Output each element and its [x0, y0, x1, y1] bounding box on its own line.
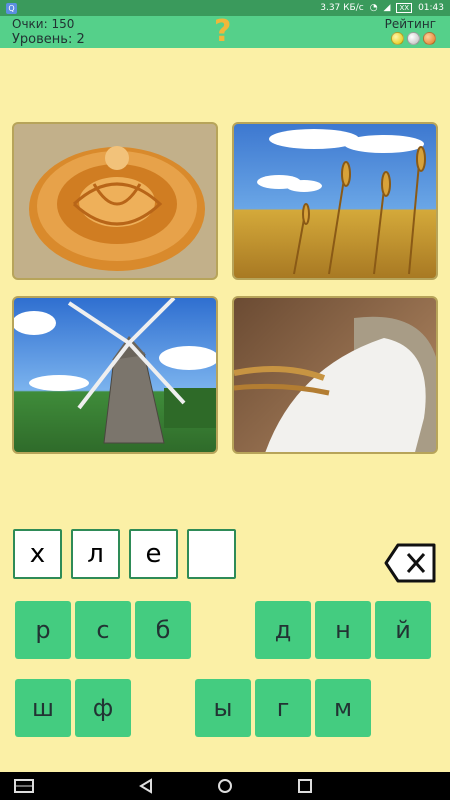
key-y[interactable]: й — [375, 601, 431, 659]
wheat-field-image — [257, 129, 426, 275]
app-notification-icon: Q — [6, 2, 17, 14]
coins — [391, 32, 436, 45]
key-b[interactable]: б — [135, 601, 191, 659]
keyboard-toggle-icon[interactable] — [14, 778, 34, 794]
answer-slot-1[interactable]: х — [13, 529, 62, 579]
picture-windmill[interactable] — [12, 296, 218, 454]
bread-loaf-image — [29, 146, 205, 271]
picture-flour[interactable] — [232, 296, 438, 454]
backspace-icon — [384, 543, 436, 583]
backspace-button[interactable] — [384, 541, 438, 585]
windmill-image — [14, 298, 216, 444]
back-icon[interactable] — [138, 778, 154, 794]
key-yi[interactable]: ы — [195, 679, 251, 737]
hint-button[interactable]: ? — [214, 14, 231, 49]
score-label: Очки: 150 — [12, 17, 75, 31]
picture-bread[interactable] — [12, 122, 218, 280]
key-sh[interactable]: ш — [15, 679, 71, 737]
clock: 01:43 — [418, 3, 444, 13]
answer-slot-4[interactable] — [187, 529, 236, 579]
key-r[interactable]: р — [15, 601, 71, 659]
recents-icon[interactable] — [297, 778, 313, 794]
wifi-icon: ◔ — [369, 3, 378, 13]
flour-sack-image — [234, 316, 436, 452]
home-icon[interactable] — [217, 778, 233, 794]
status-right: 3.37 КБ/с ◔ ◢ XX 01:43 — [320, 3, 444, 13]
rating-button[interactable]: Рейтинг — [385, 17, 436, 31]
key-d[interactable]: д — [255, 601, 311, 659]
key-f[interactable]: ф — [75, 679, 131, 737]
picture-wheat-field[interactable] — [232, 122, 438, 280]
game-header: Очки: 150 Уровень: 2 ? Рейтинг — [0, 14, 450, 49]
level-label: Уровень: 2 — [12, 32, 85, 47]
key-g[interactable]: г — [255, 679, 311, 737]
network-speed: 3.37 КБ/с — [320, 3, 364, 13]
gold-coin-icon — [391, 32, 404, 45]
silver-coin-icon — [407, 32, 420, 45]
key-m[interactable]: м — [315, 679, 371, 737]
signal-icon: ◢ — [383, 3, 391, 13]
answer-slot-2[interactable]: л — [71, 529, 120, 579]
answer-slot-3[interactable]: е — [129, 529, 178, 579]
battery-icon: XX — [396, 3, 413, 13]
key-n[interactable]: н — [315, 601, 371, 659]
key-s[interactable]: с — [75, 601, 131, 659]
bronze-coin-icon — [423, 32, 436, 45]
navigation-bar — [0, 772, 450, 800]
